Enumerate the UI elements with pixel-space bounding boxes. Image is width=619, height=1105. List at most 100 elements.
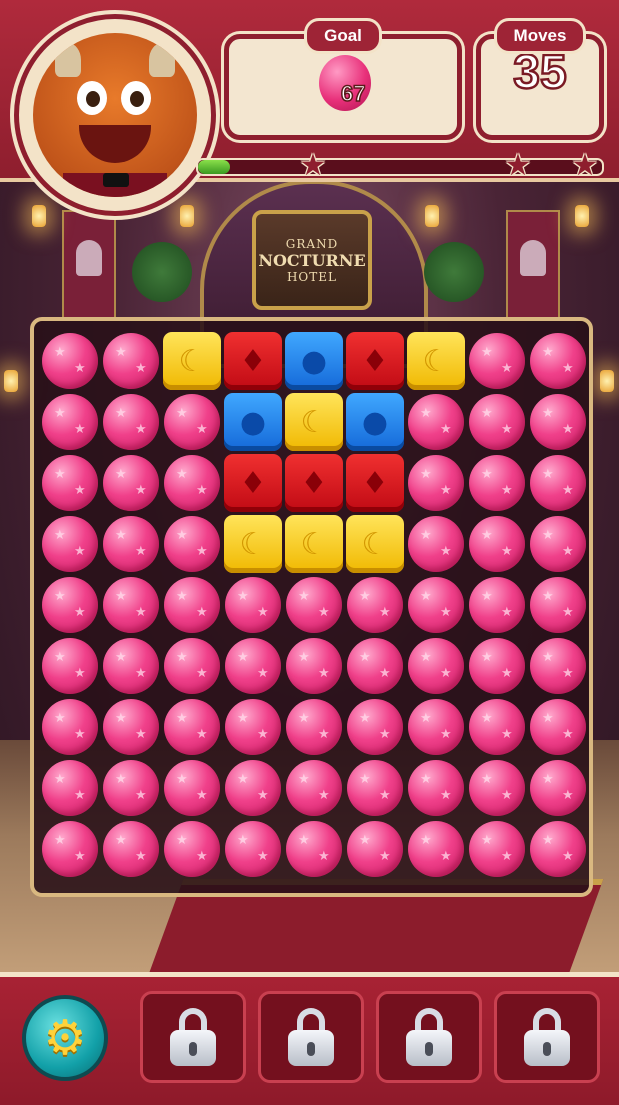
board-cell[interactable]: [284, 758, 344, 818]
board-cell[interactable]: [406, 575, 466, 635]
board-cell[interactable]: [528, 636, 588, 696]
board-cell[interactable]: [406, 697, 466, 757]
board-cell[interactable]: [40, 453, 100, 513]
board-cell[interactable]: [162, 392, 222, 452]
board-cell[interactable]: [162, 575, 222, 635]
board-cell[interactable]: [345, 697, 405, 757]
board-cell[interactable]: [467, 392, 527, 452]
bowtie-icon: [103, 173, 129, 187]
board-cell[interactable]: [162, 636, 222, 696]
board-cell[interactable]: [40, 819, 100, 879]
board-cell[interactable]: [528, 697, 588, 757]
board-cell[interactable]: ☾: [223, 514, 283, 574]
board-cell[interactable]: [162, 697, 222, 757]
board-cell[interactable]: ☾: [162, 331, 222, 391]
board-cell[interactable]: [40, 636, 100, 696]
pink-balloon: [469, 821, 525, 877]
board-cell[interactable]: [223, 819, 283, 879]
board-cell[interactable]: ☾: [284, 392, 344, 452]
board-cell[interactable]: [284, 636, 344, 696]
board-cell[interactable]: [528, 514, 588, 574]
board-cell[interactable]: [162, 453, 222, 513]
board-cell[interactable]: [101, 392, 161, 452]
bat-icon: ♦: [361, 343, 389, 379]
board-cell[interactable]: [223, 758, 283, 818]
board-cell[interactable]: [406, 453, 466, 513]
board-cell[interactable]: [345, 758, 405, 818]
board-cell[interactable]: [101, 758, 161, 818]
board-cell[interactable]: [406, 758, 466, 818]
booster-slot-1[interactable]: [140, 991, 246, 1083]
bat-icon: ♦: [300, 465, 328, 501]
board-cell[interactable]: [406, 636, 466, 696]
board-cell[interactable]: [528, 758, 588, 818]
board-cell[interactable]: [40, 697, 100, 757]
board-cell[interactable]: [162, 514, 222, 574]
board-cell[interactable]: ●: [284, 331, 344, 391]
board-cell[interactable]: [162, 758, 222, 818]
settings-button[interactable]: ⚙: [22, 995, 108, 1081]
board-cell[interactable]: [467, 575, 527, 635]
booster-slot-3[interactable]: [376, 991, 482, 1083]
board-cell[interactable]: [101, 331, 161, 391]
board-cell[interactable]: [528, 819, 588, 879]
board-cell[interactable]: [467, 331, 527, 391]
board-cell[interactable]: ☾: [406, 331, 466, 391]
board-cell[interactable]: [284, 697, 344, 757]
board-cell[interactable]: [40, 575, 100, 635]
pink-balloon: [347, 760, 403, 816]
avatar-frame: [14, 14, 216, 216]
board-cell[interactable]: ●: [345, 392, 405, 452]
board-cell[interactable]: [101, 819, 161, 879]
pink-balloon: [408, 760, 464, 816]
game-board[interactable]: ☾ ♦ ● ♦ ☾ ● ☾ ● ♦ ♦ ♦ ☾ ☾ ☾: [30, 317, 593, 897]
board-cell[interactable]: ☾: [284, 514, 344, 574]
board-cell[interactable]: [101, 453, 161, 513]
board-cell[interactable]: [101, 697, 161, 757]
board-cell[interactable]: [40, 514, 100, 574]
board-cell[interactable]: [101, 575, 161, 635]
board-cell[interactable]: [528, 331, 588, 391]
board-cell[interactable]: [223, 636, 283, 696]
board-cell[interactable]: [40, 331, 100, 391]
board-cell[interactable]: [467, 758, 527, 818]
board-cell[interactable]: ♦: [345, 331, 405, 391]
board-cell[interactable]: [345, 636, 405, 696]
board-cell[interactable]: [467, 697, 527, 757]
board-cell[interactable]: [284, 575, 344, 635]
board-cell[interactable]: ♦: [223, 453, 283, 513]
board-cell[interactable]: [101, 636, 161, 696]
board-cell[interactable]: [40, 758, 100, 818]
board-cell[interactable]: [223, 575, 283, 635]
board-cell[interactable]: [162, 819, 222, 879]
board-cell[interactable]: ●: [223, 392, 283, 452]
board-cell[interactable]: [101, 514, 161, 574]
moves-label: Moves: [494, 18, 586, 54]
red-bat-block: ♦: [346, 332, 404, 390]
board-cell[interactable]: [528, 392, 588, 452]
board-cell[interactable]: [528, 575, 588, 635]
board-cell[interactable]: [528, 453, 588, 513]
board-cell[interactable]: [345, 575, 405, 635]
booster-slot-2[interactable]: [258, 991, 364, 1083]
board-cell[interactable]: ☾: [345, 514, 405, 574]
wall-lamp: [4, 370, 18, 392]
board-cell[interactable]: [40, 392, 100, 452]
board-cell[interactable]: [284, 819, 344, 879]
board-cell[interactable]: ♦: [345, 453, 405, 513]
pink-balloon: [469, 577, 525, 633]
board-cell[interactable]: [406, 514, 466, 574]
board-cell[interactable]: [467, 819, 527, 879]
board-cell[interactable]: ♦: [223, 331, 283, 391]
board-cell[interactable]: [223, 697, 283, 757]
board-cell[interactable]: [406, 819, 466, 879]
board-cell[interactable]: ♦: [284, 453, 344, 513]
board-cell[interactable]: [345, 819, 405, 879]
red-bat-block: ♦: [224, 454, 282, 512]
booster-slot-4[interactable]: [494, 991, 600, 1083]
moon-icon: ☾: [300, 404, 328, 440]
board-cell[interactable]: [467, 514, 527, 574]
board-cell[interactable]: [467, 453, 527, 513]
board-cell[interactable]: [467, 636, 527, 696]
board-cell[interactable]: [406, 392, 466, 452]
